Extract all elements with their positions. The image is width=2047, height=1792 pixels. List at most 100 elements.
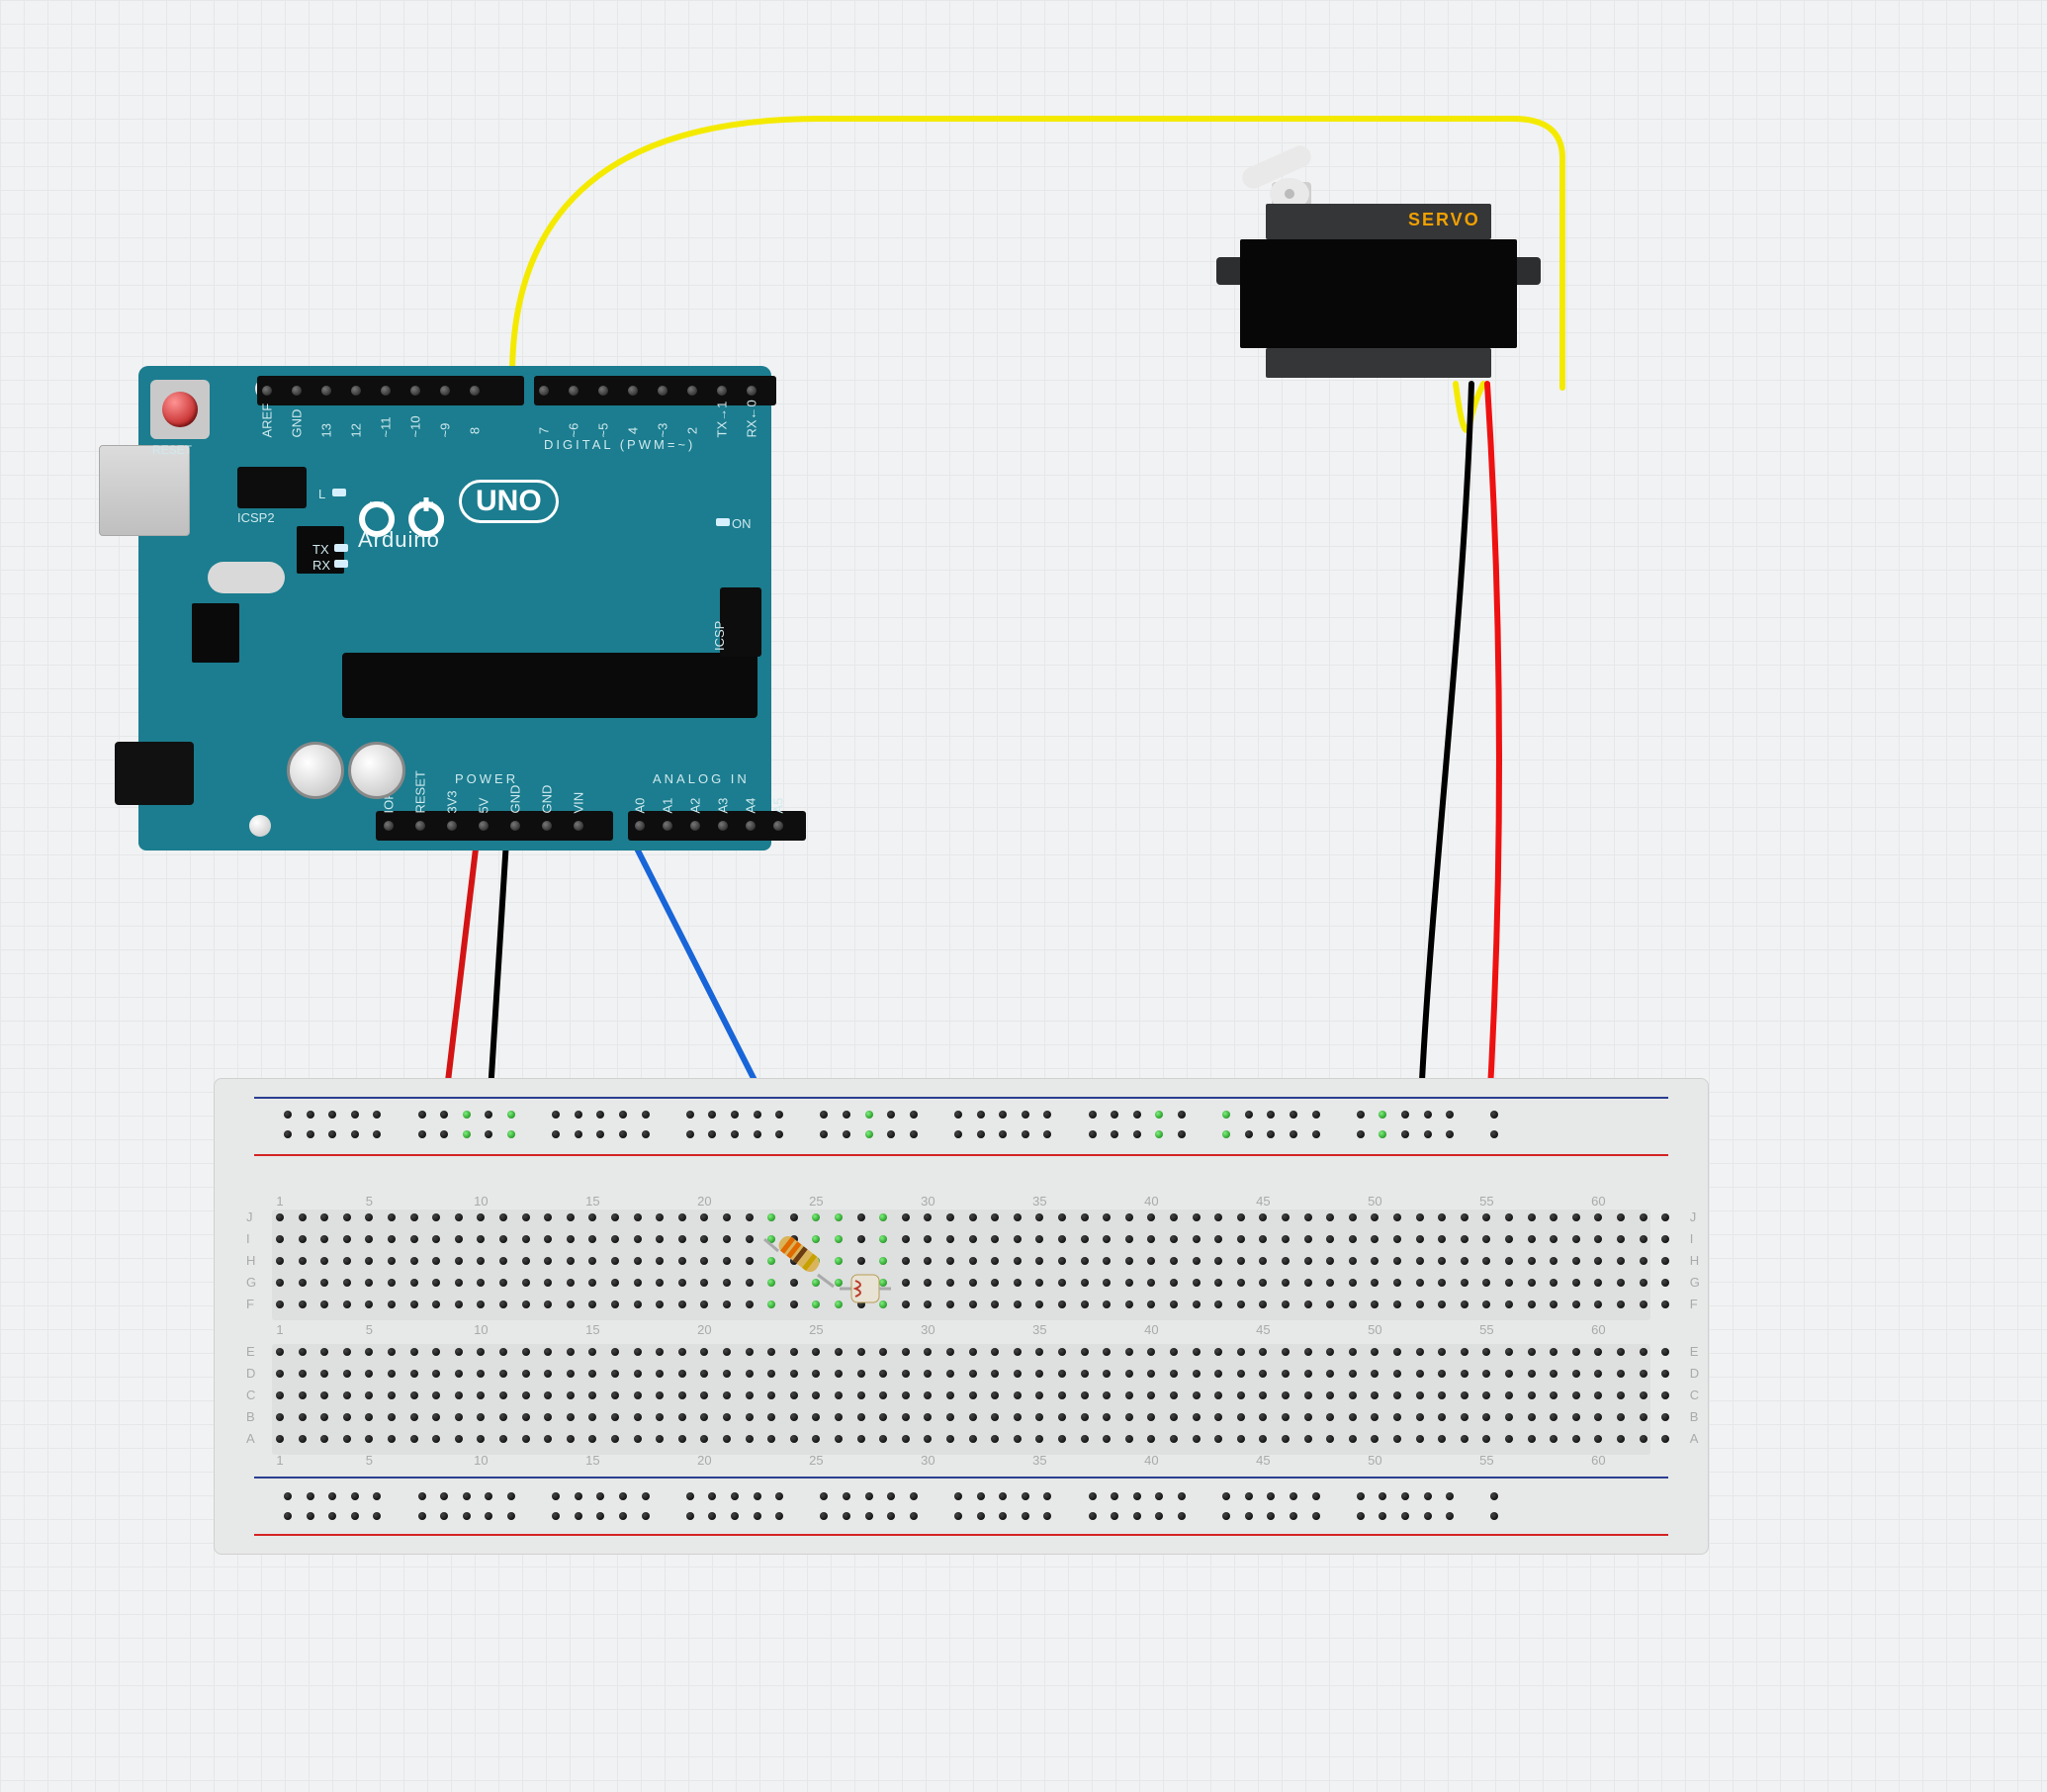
breadboard-hole[interactable] bbox=[1424, 1111, 1432, 1119]
breadboard-hole[interactable] bbox=[1379, 1512, 1386, 1520]
breadboard-hole[interactable] bbox=[463, 1512, 471, 1520]
breadboard-hole[interactable] bbox=[410, 1413, 418, 1421]
breadboard-hole[interactable] bbox=[507, 1512, 515, 1520]
breadboard-hole[interactable] bbox=[820, 1130, 828, 1138]
breadboard-hole[interactable] bbox=[1111, 1492, 1118, 1500]
breadboard-hole[interactable] bbox=[455, 1370, 463, 1378]
breadboard-hole[interactable] bbox=[455, 1413, 463, 1421]
breadboard-hole[interactable] bbox=[790, 1213, 798, 1221]
breadboard-hole[interactable] bbox=[1640, 1279, 1647, 1287]
breadboard-hole[interactable] bbox=[1416, 1348, 1424, 1356]
breadboard-hole[interactable] bbox=[1640, 1391, 1647, 1399]
breadboard-hole[interactable] bbox=[1490, 1130, 1498, 1138]
breadboard-hole[interactable] bbox=[835, 1413, 843, 1421]
breadboard-hole[interactable] bbox=[686, 1130, 694, 1138]
digital-pin[interactable] bbox=[628, 386, 638, 396]
breadboard-hole[interactable] bbox=[575, 1492, 582, 1500]
breadboard-hole[interactable] bbox=[485, 1492, 492, 1500]
breadboard-hole[interactable] bbox=[1193, 1257, 1201, 1265]
breadboard-hole[interactable] bbox=[1022, 1492, 1029, 1500]
breadboard-hole[interactable] bbox=[307, 1512, 314, 1520]
breadboard-hole[interactable] bbox=[1170, 1235, 1178, 1243]
breadboard-hole[interactable] bbox=[1572, 1435, 1580, 1443]
breadboard-hole[interactable] bbox=[1193, 1413, 1201, 1421]
breadboard-hole[interactable] bbox=[678, 1300, 686, 1308]
breadboard-hole[interactable] bbox=[343, 1279, 351, 1287]
breadboard-hole[interactable] bbox=[552, 1492, 560, 1500]
breadboard-hole[interactable] bbox=[1661, 1370, 1669, 1378]
breadboard-hole[interactable] bbox=[522, 1235, 530, 1243]
breadboard-hole[interactable] bbox=[1014, 1235, 1022, 1243]
breadboard-hole[interactable] bbox=[299, 1391, 307, 1399]
breadboard-hole[interactable] bbox=[388, 1279, 396, 1287]
breadboard-hole[interactable] bbox=[678, 1391, 686, 1399]
breadboard-hole[interactable] bbox=[1282, 1391, 1290, 1399]
breadboard-hole[interactable] bbox=[678, 1370, 686, 1378]
breadboard-hole[interactable] bbox=[835, 1391, 843, 1399]
breadboard-hole[interactable] bbox=[754, 1130, 761, 1138]
digital-pin[interactable] bbox=[292, 386, 302, 396]
breadboard-hole[interactable] bbox=[1617, 1213, 1625, 1221]
breadboard-hole[interactable] bbox=[708, 1130, 716, 1138]
breadboard-hole[interactable] bbox=[977, 1492, 985, 1500]
breadboard-hole[interactable] bbox=[678, 1213, 686, 1221]
breadboard-hole[interactable] bbox=[1401, 1130, 1409, 1138]
breadboard-hole[interactable] bbox=[977, 1111, 985, 1119]
breadboard-hole[interactable] bbox=[499, 1413, 507, 1421]
breadboard-hole[interactable] bbox=[1282, 1235, 1290, 1243]
power-pin[interactable] bbox=[510, 821, 520, 831]
breadboard-hole[interactable] bbox=[1505, 1391, 1513, 1399]
breadboard-hole[interactable] bbox=[634, 1413, 642, 1421]
breadboard-hole[interactable] bbox=[1282, 1213, 1290, 1221]
breadboard-hole[interactable] bbox=[723, 1235, 731, 1243]
breadboard-hole[interactable] bbox=[1282, 1300, 1290, 1308]
breadboard-hole[interactable] bbox=[1125, 1257, 1133, 1265]
breadboard-hole[interactable] bbox=[1461, 1435, 1468, 1443]
breadboard-hole[interactable] bbox=[499, 1435, 507, 1443]
breadboard-hole[interactable] bbox=[1014, 1279, 1022, 1287]
breadboard-hole[interactable] bbox=[1640, 1370, 1647, 1378]
breadboard-hole[interactable] bbox=[276, 1257, 284, 1265]
breadboard-hole[interactable] bbox=[1424, 1492, 1432, 1500]
breadboard-hole[interactable] bbox=[1393, 1257, 1401, 1265]
breadboard-hole[interactable] bbox=[642, 1111, 650, 1119]
breadboard-hole[interactable] bbox=[1170, 1435, 1178, 1443]
power-pin[interactable] bbox=[479, 821, 489, 831]
breadboard-hole[interactable] bbox=[1349, 1370, 1357, 1378]
breadboard-hole[interactable] bbox=[1461, 1235, 1468, 1243]
breadboard-hole[interactable] bbox=[463, 1111, 471, 1119]
breadboard-hole[interactable] bbox=[754, 1111, 761, 1119]
breadboard-hole[interactable] bbox=[1245, 1111, 1253, 1119]
breadboard-hole[interactable] bbox=[723, 1213, 731, 1221]
breadboard-hole[interactable] bbox=[731, 1130, 739, 1138]
breadboard-hole[interactable] bbox=[522, 1348, 530, 1356]
breadboard-hole[interactable] bbox=[746, 1413, 754, 1421]
breadboard-hole[interactable] bbox=[1058, 1300, 1066, 1308]
breadboard-hole[interactable] bbox=[455, 1235, 463, 1243]
breadboard-hole[interactable] bbox=[708, 1512, 716, 1520]
breadboard-hole[interactable] bbox=[1125, 1370, 1133, 1378]
breadboard-hole[interactable] bbox=[1282, 1435, 1290, 1443]
breadboard-hole[interactable] bbox=[455, 1435, 463, 1443]
breadboard-hole[interactable] bbox=[1290, 1130, 1297, 1138]
breadboard-hole[interactable] bbox=[1661, 1213, 1669, 1221]
breadboard-hole[interactable] bbox=[946, 1435, 954, 1443]
breadboard-hole[interactable] bbox=[596, 1130, 604, 1138]
digital-pin[interactable] bbox=[351, 386, 361, 396]
breadboard-hole[interactable] bbox=[499, 1257, 507, 1265]
breadboard-hole[interactable] bbox=[1617, 1235, 1625, 1243]
breadboard-hole[interactable] bbox=[1089, 1492, 1097, 1500]
breadboard-hole[interactable] bbox=[567, 1279, 575, 1287]
breadboard-hole[interactable] bbox=[388, 1413, 396, 1421]
breadboard-hole[interactable] bbox=[299, 1413, 307, 1421]
breadboard-hole[interactable] bbox=[887, 1492, 895, 1500]
breadboard-hole[interactable] bbox=[1312, 1130, 1320, 1138]
breadboard-hole[interactable] bbox=[1661, 1391, 1669, 1399]
breadboard-hole[interactable] bbox=[455, 1391, 463, 1399]
breadboard-hole[interactable] bbox=[1424, 1512, 1432, 1520]
breadboard-hole[interactable] bbox=[1393, 1435, 1401, 1443]
breadboard-hole[interactable] bbox=[1125, 1413, 1133, 1421]
breadboard-hole[interactable] bbox=[1393, 1391, 1401, 1399]
breadboard-hole[interactable] bbox=[611, 1257, 619, 1265]
breadboard-hole[interactable] bbox=[1490, 1111, 1498, 1119]
